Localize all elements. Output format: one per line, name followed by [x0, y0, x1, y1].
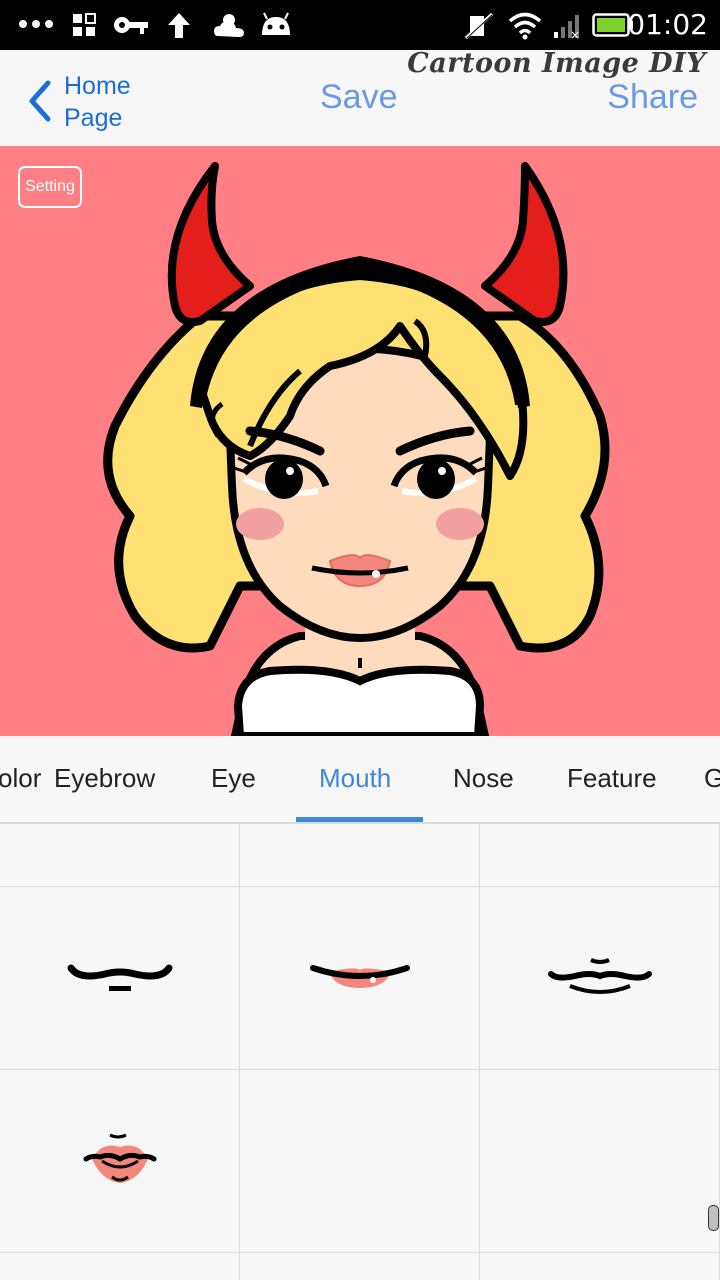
mouth-pouty-lips-icon — [83, 1133, 156, 1183]
tab-g[interactable]: G — [704, 736, 720, 822]
brand-title: Cartoon Image DIY — [407, 48, 706, 79]
tab-feature[interactable]: Feature — [567, 736, 657, 822]
mouth-option-cell[interactable] — [480, 1070, 720, 1253]
back-label: Home Page — [64, 72, 131, 132]
feature-tabs: olor Eyebrow Eye Mouth Nose Feature G — [0, 736, 720, 824]
avatar-canvas: Setting — [0, 146, 720, 736]
mouth-option-cell[interactable] — [480, 1253, 720, 1280]
mouth-option-cell[interactable] — [480, 824, 720, 887]
mouth-option-cell[interactable] — [240, 1253, 480, 1280]
mouth-mustache-smile-icon — [547, 958, 652, 994]
right-horn — [481, 162, 568, 326]
android-icon — [262, 12, 290, 35]
mouth-option-smirk[interactable] — [0, 887, 240, 1070]
mouth-options-grid — [0, 824, 720, 1280]
tab-eyebrow[interactable]: Eyebrow — [54, 736, 155, 822]
grid-app-icon — [73, 13, 96, 36]
left-horn — [167, 162, 254, 326]
mouth-smirk-icon — [67, 964, 172, 991]
mouth-option-cell[interactable] — [0, 824, 240, 887]
upload-arrow-icon — [168, 13, 190, 38]
mouth-option-cell[interactable] — [0, 1253, 240, 1280]
key-icon — [114, 17, 148, 34]
mouth-option-cell[interactable] — [240, 1070, 480, 1253]
signal-icon: × — [554, 15, 580, 40]
wifi-icon — [508, 12, 542, 40]
status-bar: × 01:02 — [0, 0, 720, 50]
mouth-option-pink-lips[interactable] — [240, 887, 480, 1070]
mouth-pink-lips-icon — [309, 965, 410, 988]
right-eye — [417, 459, 455, 499]
left-blush — [236, 508, 284, 540]
left-eye — [265, 459, 303, 499]
mouth-option-pouty-lips[interactable] — [0, 1070, 240, 1253]
save-button[interactable]: Save — [320, 78, 398, 117]
tab-nose[interactable]: Nose — [453, 736, 514, 822]
battery-level — [597, 18, 625, 32]
tab-mouth[interactable]: Mouth — [319, 736, 391, 822]
share-button[interactable]: Share — [607, 78, 698, 117]
clock: 01:02 — [627, 8, 708, 41]
setting-button[interactable]: Setting — [18, 166, 82, 208]
chevron-left-icon — [29, 80, 51, 122]
white-dress — [233, 665, 485, 736]
home-page-back-button[interactable]: Home Page — [22, 68, 152, 132]
mouth-option-cell[interactable] — [240, 824, 480, 887]
tab-eye[interactable]: Eye — [211, 736, 256, 822]
grid-scrollbar[interactable] — [708, 1205, 719, 1231]
more-dots-icon — [19, 20, 53, 28]
svg-text:×: × — [570, 28, 580, 40]
weather-icon — [214, 14, 244, 37]
active-tab-indicator — [296, 817, 423, 822]
right-blush — [436, 508, 484, 540]
tab-color[interactable]: olor — [0, 736, 41, 822]
top-bar: Cartoon Image DIY Home Page Save Share — [0, 48, 720, 147]
mouth-option-mustache-smile[interactable] — [480, 887, 720, 1070]
silent-icon — [464, 12, 494, 40]
cartoon-avatar — [103, 162, 610, 736]
